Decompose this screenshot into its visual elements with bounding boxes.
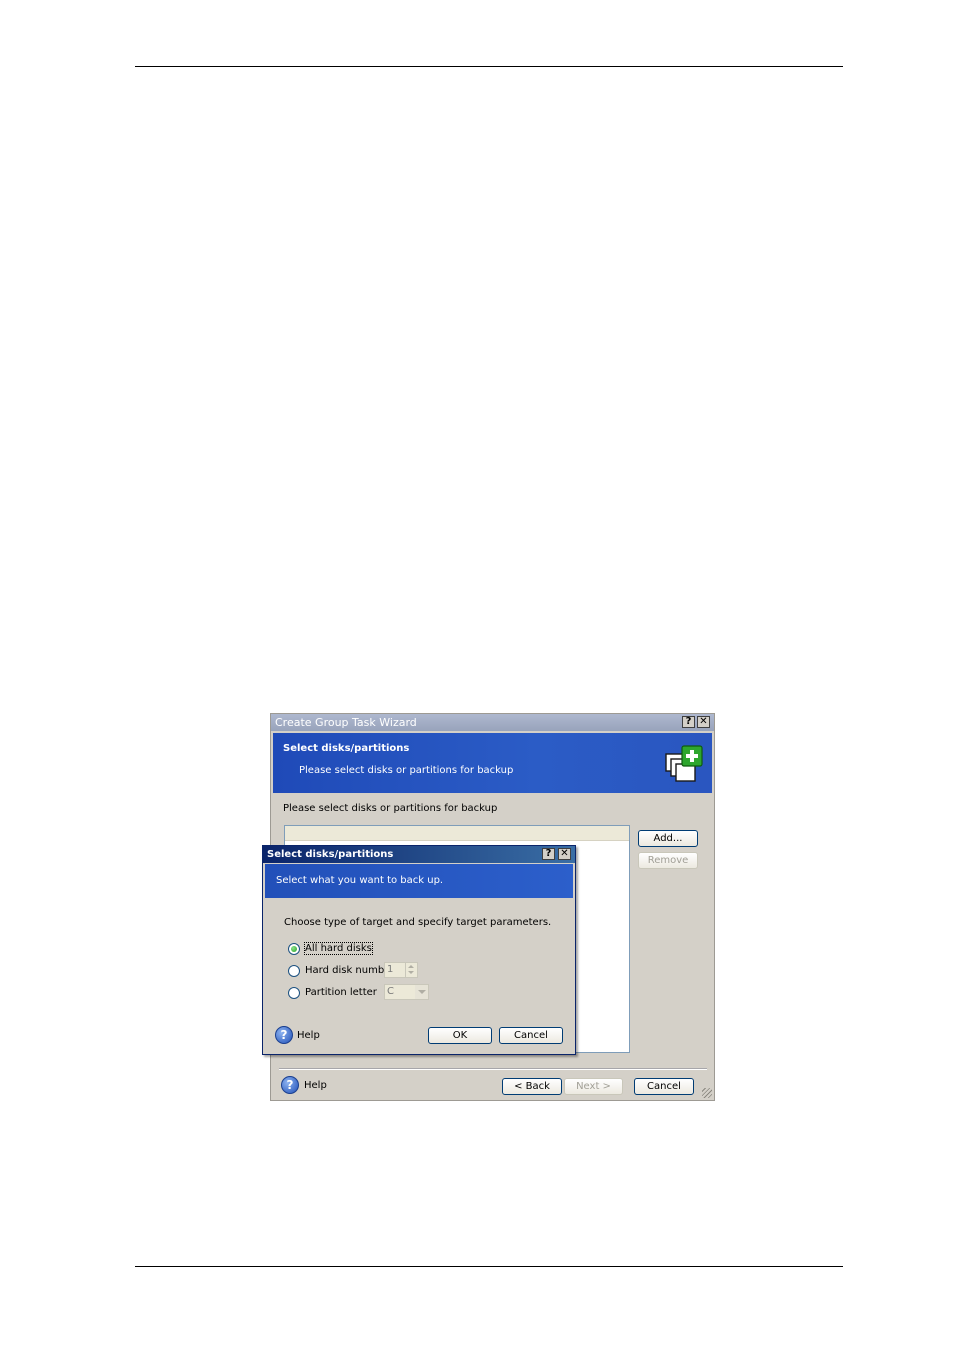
dialog-help-link[interactable]: Help	[297, 1030, 320, 1041]
dialog-header-banner: Select what you want to back up.	[265, 864, 573, 898]
disk-list-header	[285, 826, 629, 841]
select-disks-partitions-dialog: Select disks/partitions ? ✕ Select what …	[262, 845, 576, 1055]
wizard-close-button[interactable]: ✕	[697, 716, 710, 728]
dialog-intro-text: Choose type of target and specify target…	[284, 917, 552, 928]
wizard-title-bar[interactable]: Create Group Task Wizard	[271, 714, 714, 731]
add-button[interactable]: Add...	[638, 830, 698, 847]
ok-button[interactable]: OK	[428, 1027, 492, 1044]
dialog-title: Select disks/partitions	[267, 849, 394, 860]
wizard-footer-divider	[279, 1068, 707, 1070]
hard-disk-number-stepper[interactable]: 1	[384, 962, 418, 978]
dialog-close-button[interactable]: ✕	[558, 848, 571, 860]
remove-button[interactable]: Remove	[638, 852, 698, 869]
dialog-help-title-button[interactable]: ?	[542, 848, 555, 860]
partition-letter-label[interactable]: Partition letter	[305, 987, 377, 998]
back-button[interactable]: < Back	[502, 1078, 562, 1095]
help-icon[interactable]: ?	[281, 1076, 299, 1094]
next-button[interactable]: Next >	[564, 1078, 623, 1095]
all-hard-disks-label[interactable]: All hard disks	[304, 942, 373, 955]
dialog-cancel-button[interactable]: Cancel	[499, 1027, 563, 1044]
wizard-title: Create Group Task Wizard	[275, 716, 417, 729]
spin-arrows-icon[interactable]	[405, 963, 417, 977]
wizard-help-link[interactable]: Help	[304, 1080, 327, 1091]
wizard-header-subtitle: Please select disks or partitions for ba…	[299, 765, 514, 776]
wizard-prompt: Please select disks or partitions for ba…	[283, 803, 498, 814]
help-icon[interactable]: ?	[275, 1026, 293, 1044]
page-header-rule	[135, 66, 843, 67]
dialog-title-bar[interactable]: Select disks/partitions	[263, 846, 575, 863]
wizard-cancel-button[interactable]: Cancel	[634, 1078, 694, 1095]
hard-disk-number-value: 1	[387, 964, 394, 975]
partition-letter-radio[interactable]	[288, 987, 300, 999]
chevron-down-icon[interactable]	[415, 985, 428, 999]
wizard-header-banner: Select disks/partitions Please select di…	[273, 733, 712, 793]
hard-disk-number-radio[interactable]	[288, 965, 300, 977]
add-disks-icon	[665, 745, 703, 782]
resize-grip-icon[interactable]	[702, 1088, 712, 1098]
partition-letter-select[interactable]: C	[384, 984, 429, 1000]
page-footer-rule	[135, 1266, 843, 1267]
dialog-header-subtitle: Select what you want to back up.	[276, 875, 444, 886]
hard-disk-number-label[interactable]: Hard disk number	[305, 965, 394, 976]
wizard-header-title: Select disks/partitions	[283, 743, 410, 754]
partition-letter-value: C	[387, 986, 394, 997]
wizard-help-title-button[interactable]: ?	[682, 716, 695, 728]
all-hard-disks-radio[interactable]	[288, 943, 300, 955]
